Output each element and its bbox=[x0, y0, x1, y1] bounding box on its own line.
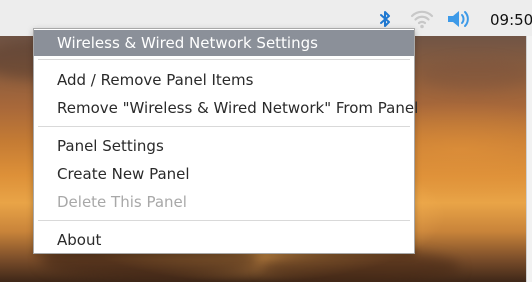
menu-item-delete-this-panel: Delete This Panel bbox=[57, 193, 187, 211]
panel-clock[interactable]: 09:50 bbox=[490, 11, 532, 29]
menu-item-add-remove-panel-items[interactable]: Add / Remove Panel Items bbox=[34, 67, 414, 93]
wifi-icon[interactable] bbox=[410, 8, 434, 30]
menu-item-remove-network-from-panel[interactable]: Remove "Wireless & Wired Network" From P… bbox=[34, 95, 418, 121]
menu-separator bbox=[38, 59, 410, 60]
wallpaper-cloud bbox=[260, 250, 460, 282]
window-edge bbox=[526, 36, 532, 282]
panel-context-menu: Wireless & Wired Network Settings Add / … bbox=[33, 28, 418, 254]
wallpaper-cloud bbox=[420, 60, 530, 90]
menu-item-create-new-panel[interactable]: Create New Panel bbox=[34, 161, 414, 187]
volume-icon[interactable] bbox=[446, 8, 469, 30]
menu-separator bbox=[38, 126, 410, 127]
menu-item-network-settings[interactable]: Wireless & Wired Network Settings bbox=[34, 30, 414, 56]
bluetooth-icon[interactable] bbox=[374, 8, 396, 30]
menu-item-panel-settings[interactable]: Panel Settings bbox=[34, 133, 414, 159]
menu-separator bbox=[38, 220, 410, 221]
desktop-screen: 09:50 Wireless & Wired Network Settings … bbox=[0, 0, 532, 282]
menu-item-about[interactable]: About bbox=[34, 227, 414, 253]
